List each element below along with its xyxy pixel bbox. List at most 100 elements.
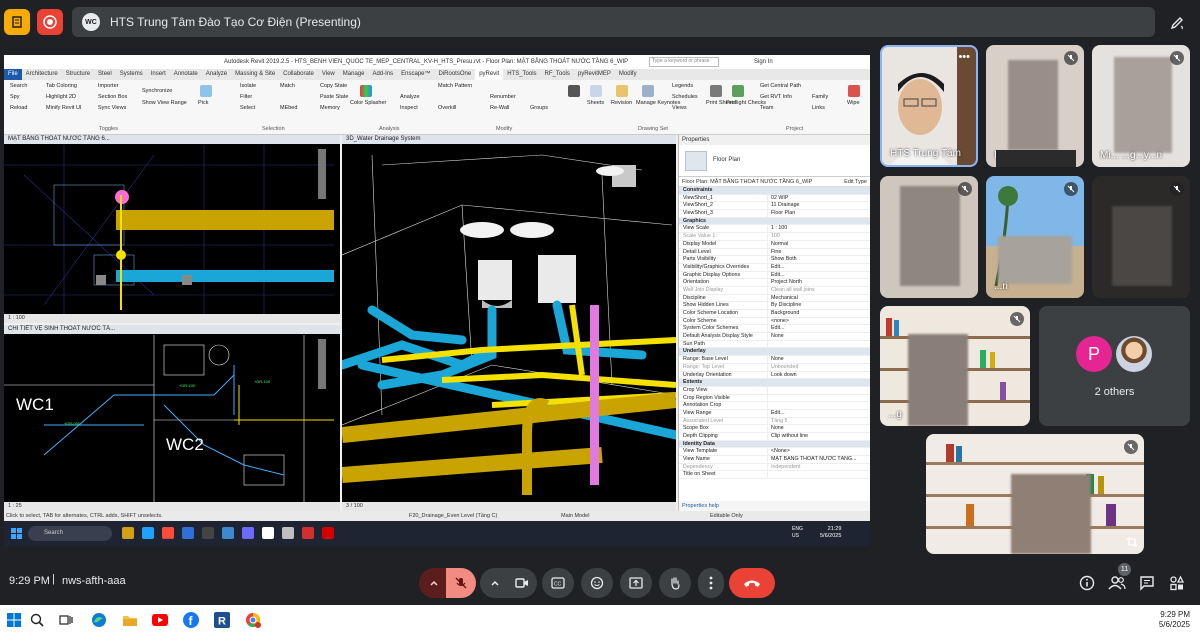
ribbon-rvt-info[interactable]: Get RVT Info [760,94,792,100]
property-value[interactable] [767,340,870,348]
ribbon-section-box[interactable]: Section Box [98,94,127,100]
property-value[interactable]: Normal [767,240,870,248]
present-screen-button[interactable] [620,568,652,598]
more-options-button[interactable] [698,568,724,598]
ribbon-paste-state[interactable]: Paste State [320,94,348,100]
ribbon-groups[interactable]: Groups [530,105,548,111]
property-row[interactable]: ViewShort_1 02 WIP [679,194,870,203]
leave-call-button[interactable] [729,568,775,598]
ribbon-minify[interactable]: Minify Revit UI [46,105,81,111]
ribbon-revision[interactable]: Revision [611,100,632,106]
revit-tab-manage[interactable]: Manage [339,69,369,80]
system-clock[interactable]: 9:29 PM 5/6/2025 [1159,610,1190,630]
recording-icon[interactable] [37,9,63,35]
windows-start-icon[interactable] [6,612,22,628]
terminal-icon[interactable] [202,527,214,539]
revit-tab-analyze[interactable]: Analyze [202,69,231,80]
property-row[interactable]: View Range Edit... [679,409,870,418]
ribbon-importer[interactable]: Importer [98,83,118,89]
ribbon-reload[interactable]: Reload [10,105,27,111]
ribbon-tab-coloring[interactable]: Tab Coloring [46,83,77,89]
ribbon-central-path[interactable]: Get Central Path [760,83,801,89]
edge-browser-icon[interactable] [91,612,107,628]
revit-icon[interactable] [222,527,234,539]
property-row[interactable]: Crop View [679,386,870,395]
property-value[interactable]: Mechanical [767,294,870,302]
revit-tab-systems[interactable]: Systems [116,69,147,80]
property-value[interactable]: Edit... [767,271,870,279]
revit-doc-icon[interactable] [262,527,274,539]
property-section[interactable]: Graphics [679,217,870,226]
property-row[interactable]: View Name MẶT BẰNG THOÁT NƯỚC TẦNG... [679,456,870,464]
raise-hand-button[interactable] [659,568,691,598]
outlook-icon[interactable] [182,527,194,539]
revit-tab-enscape-[interactable]: Enscape™ [397,69,434,80]
ribbon-highlight-2d[interactable]: Highlight 2D [46,94,76,100]
property-row[interactable]: View Scale 1 : 100 [679,225,870,234]
revit-tab-pyrevitmep[interactable]: pyRevitMEP [574,69,615,80]
property-row[interactable]: Detail Level Fine [679,248,870,257]
property-value[interactable]: 11 Drainage [767,202,870,210]
property-row[interactable]: Graphic Display Options Edit... [679,271,870,280]
revit-tab-architecture[interactable]: Architecture [22,69,62,80]
property-row[interactable]: Color Scheme <none> [679,317,870,326]
ribbon-inspect[interactable]: Inspect [400,105,418,111]
property-value[interactable] [767,394,870,402]
search-icon[interactable] [29,612,45,628]
property-value[interactable]: Fine [767,248,870,256]
property-row[interactable]: Color Scheme Location Background [679,310,870,318]
property-row[interactable]: Crop Region Visible [679,394,870,403]
pick-icon[interactable] [200,85,212,97]
property-value[interactable]: Background [767,310,870,317]
property-row[interactable]: Orientation Project North [679,279,870,287]
participant-tile-8[interactable] [926,434,1144,554]
property-row[interactable]: Show Hidden Lines By Discipline [679,302,870,310]
property-value[interactable]: Tầng 5 [767,417,870,425]
revit-tab-pyrevit[interactable]: pyRevit [475,69,504,80]
type-selector[interactable]: Floor Plan [679,145,870,177]
revit-tab-hts-tools[interactable]: HTS_Tools [503,69,540,80]
property-value[interactable]: Unbounded [767,363,870,371]
property-row[interactable]: View Template <None> [679,448,870,457]
property-row[interactable]: Range: Top Level Unbounded [679,363,870,372]
participant-tile-2[interactable]: I [986,45,1084,167]
revit-tab-rf-tools[interactable]: RF_Tools [541,69,574,80]
property-value[interactable]: None [767,333,870,340]
edge-icon[interactable] [142,527,154,539]
remote-tray-lang[interactable]: ENG US [792,526,803,540]
property-row[interactable]: Associated Level Tầng 5 [679,417,870,426]
property-value[interactable]: 100 [767,233,870,240]
pdf-icon[interactable] [322,527,334,539]
ribbon-color-splasher[interactable]: Color Splasher [350,100,386,106]
status-model[interactable]: Main Model [561,511,589,521]
youtube-icon[interactable] [152,612,168,628]
ribbon-sheets[interactable]: Sheets [587,100,604,106]
property-value[interactable]: Look down [767,371,870,379]
ribbon-show-view-range[interactable]: Show View Range [142,100,187,106]
ribbon-memory[interactable]: Memory [320,105,340,111]
property-value[interactable]: 1 : 100 [767,225,870,233]
3d-view-icon[interactable] [568,85,580,97]
sheets-icon[interactable] [590,85,602,97]
property-row[interactable]: Underlay Orientation Look down [679,371,870,380]
ribbon-spy[interactable]: Spy [10,94,19,100]
reactions-button[interactable] [581,568,613,598]
meeting-code[interactable]: nws-afth-aaa [62,575,126,587]
others-tile[interactable]: P 2 others [1039,306,1190,426]
status-editable[interactable]: Editable Only [710,511,743,521]
view-3d-drainage[interactable]: 3D_Water Drainage System 3 / 100 [342,135,676,511]
participant-tile-7[interactable]: ...g [880,306,1030,426]
camera-toggle-button[interactable] [507,568,537,598]
revit-tab-massing-site[interactable]: Massing & Site [231,69,279,80]
property-row[interactable]: Scale Value 1: 100 [679,233,870,241]
mic-toggle-button[interactable] [446,568,476,598]
revit-tab-structure[interactable]: Structure [62,69,94,80]
revit-tab-modify[interactable]: Modify [615,69,641,80]
revit-search-input[interactable]: Type a keyword or phrase [649,57,719,67]
revit-app-icon[interactable]: R [214,612,230,628]
color-splasher-icon[interactable] [360,85,372,97]
property-value[interactable] [767,471,870,479]
property-row[interactable]: Display Model Normal [679,240,870,249]
annotate-pen-icon[interactable] [1164,10,1190,36]
windows-start-icon[interactable] [11,528,22,539]
